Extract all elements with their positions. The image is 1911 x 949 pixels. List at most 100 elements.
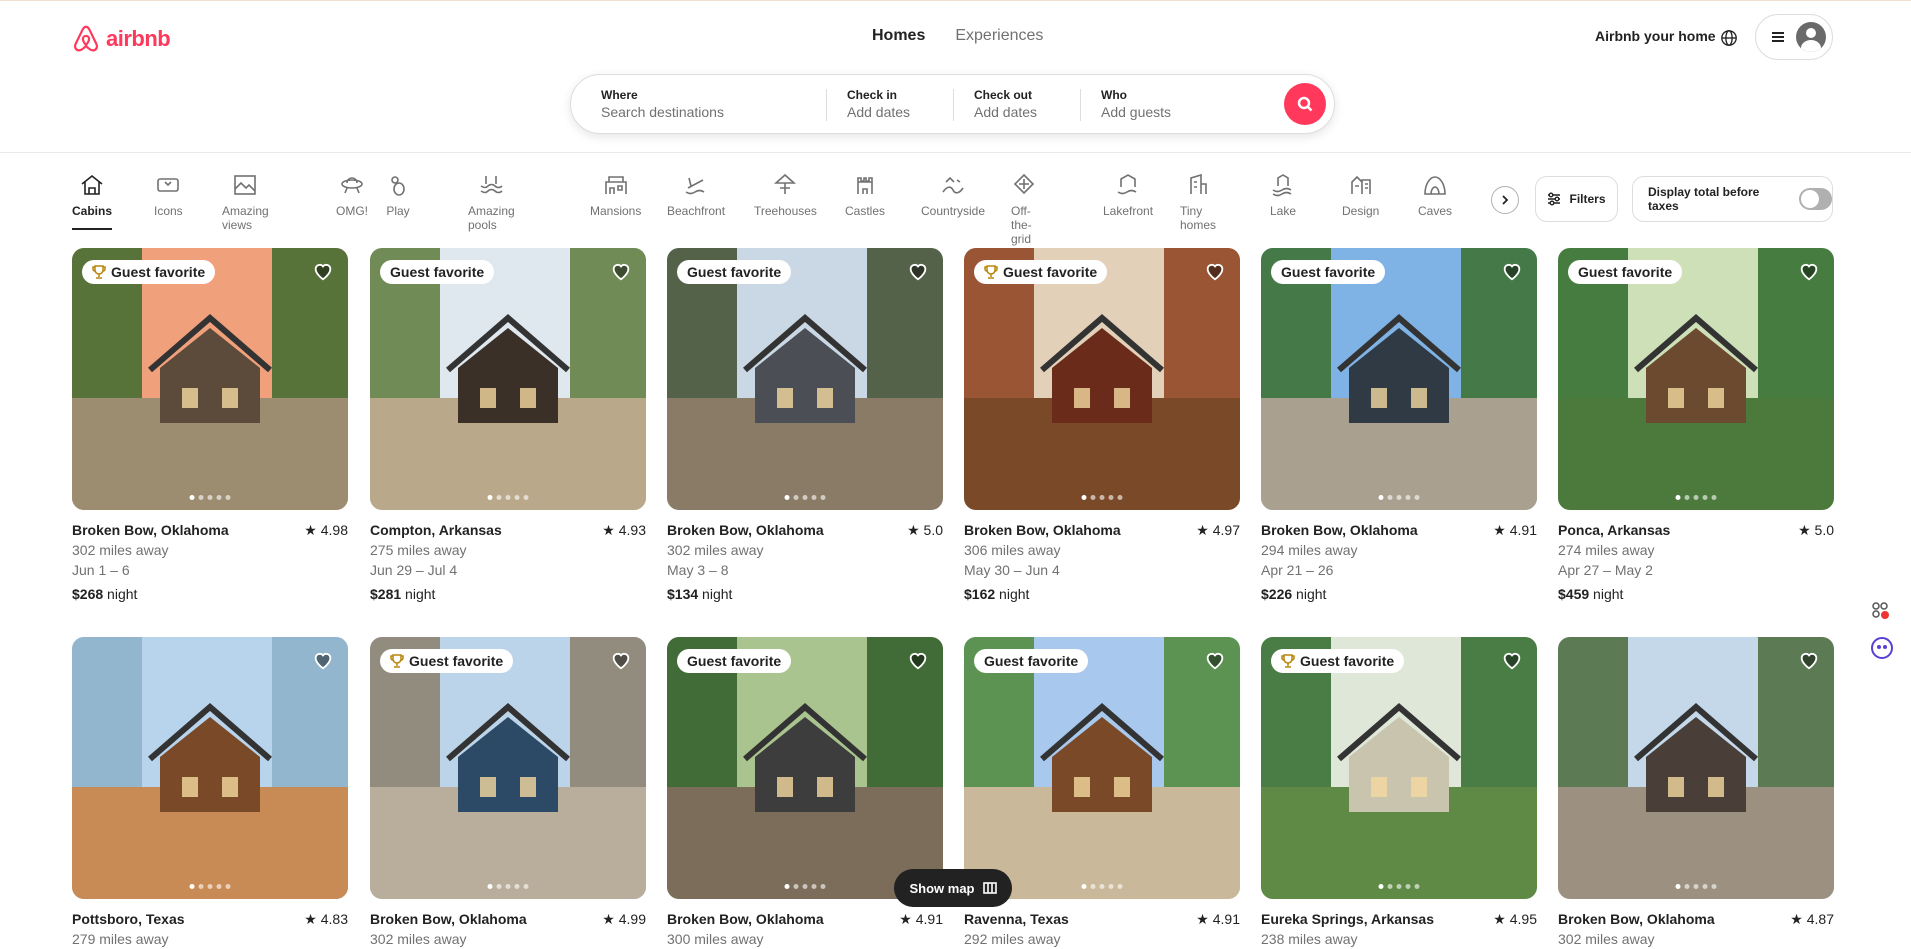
listing-photo-frame[interactable] xyxy=(1558,637,1834,899)
category-countryside[interactable]: Countryside xyxy=(921,172,985,218)
listing-location: Compton, Arkansas xyxy=(370,522,502,538)
tab-homes[interactable]: Homes xyxy=(872,27,925,45)
listing-location: Broken Bow, Oklahoma xyxy=(370,911,527,927)
guest-favorite-badge: Guest favorite xyxy=(1568,260,1683,284)
castle-icon xyxy=(857,177,873,194)
category-next-button[interactable] xyxy=(1491,186,1519,214)
listing-price: $162 night xyxy=(964,586,1030,602)
tax-toggle-switch[interactable] xyxy=(1799,188,1832,210)
category-lakefront[interactable]: Lakefront xyxy=(1103,172,1153,218)
user-menu-button[interactable] xyxy=(1755,14,1833,60)
listing-photo-frame[interactable]: Guest favorite xyxy=(1261,637,1537,899)
category-lake[interactable]: Lake xyxy=(1270,172,1296,218)
trophy-icon xyxy=(1281,654,1295,668)
checkin-field[interactable]: Check in Add dates xyxy=(826,75,953,133)
listing-price: $281 night xyxy=(370,586,436,602)
listing-info: Broken Bow, Oklahoma ★ 4.99 302 miles away xyxy=(370,909,646,949)
listing-dates: May 3 – 8 xyxy=(667,562,729,578)
guest-favorite-badge: Guest favorite xyxy=(677,649,792,673)
listing-card[interactable]: Guest favorite Broken Bow, Oklahoma ★ 4.99… xyxy=(370,637,646,949)
listing-photo-frame[interactable]: Guest favorite xyxy=(964,637,1240,899)
ticket-icon xyxy=(157,178,180,192)
listing-location: Eureka Springs, Arkansas xyxy=(1261,911,1435,927)
listing-card[interactable]: Guest favorite Broken Bow, Oklahoma ★ 4.91… xyxy=(1261,248,1537,604)
search-button[interactable] xyxy=(1284,83,1326,125)
listing-rating: ★ 4.99 xyxy=(602,911,646,927)
assistant-icon[interactable] xyxy=(1870,636,1894,660)
category-mansions[interactable]: Mansions xyxy=(590,172,641,218)
airbnb-your-home-link[interactable]: Airbnb your home xyxy=(1595,28,1716,44)
listing-card[interactable]: Guest favorite Eureka Springs, Arkansas ★ … xyxy=(1261,637,1537,949)
listing-photo xyxy=(1558,248,1834,510)
heart-icon[interactable] xyxy=(1798,649,1820,671)
heart-icon[interactable] xyxy=(1501,649,1523,671)
listing-info: Eureka Springs, Arkansas ★ 4.95 238 miles … xyxy=(1261,909,1537,949)
listing-card[interactable]: Guest favorite Broken Bow, Oklahoma ★ 5.0 3… xyxy=(667,248,943,604)
category-design[interactable]: Design xyxy=(1342,172,1379,218)
photo-dots xyxy=(1675,884,1717,889)
photo-dots xyxy=(1081,884,1123,889)
design-icon xyxy=(1350,175,1371,194)
listing-card[interactable]: Guest favorite Ponca, Arkansas ★ 5.0 274 mi… xyxy=(1558,248,1834,604)
category-caves[interactable]: Caves xyxy=(1418,172,1452,218)
trophy-icon xyxy=(92,265,106,279)
category-beachfront[interactable]: Beachfront xyxy=(667,172,725,218)
listing-photo-frame[interactable]: Guest favorite xyxy=(72,248,348,510)
listing-info: Broken Bow, Oklahoma ★ 5.0 302 miles away M… xyxy=(667,520,943,604)
checkout-field[interactable]: Check out Add dates xyxy=(953,75,1080,133)
category-off-the-grid[interactable]: Off-the-grid xyxy=(1011,172,1037,246)
listing-card[interactable]: Guest favorite Broken Bow, Oklahoma ★ 4.97… xyxy=(964,248,1240,604)
heart-icon[interactable] xyxy=(312,649,334,671)
beach-icon xyxy=(685,177,705,195)
listing-photo-frame[interactable]: Guest favorite xyxy=(1558,248,1834,510)
listing-info: Ravenna, Texas ★ 4.91 292 miles away xyxy=(964,909,1240,949)
photo-dots xyxy=(784,495,826,500)
tab-experiences[interactable]: Experiences xyxy=(955,27,1043,45)
filters-button[interactable]: Filters xyxy=(1535,176,1618,222)
category-amazing-views[interactable]: Amazing views xyxy=(222,172,269,232)
listing-photo-frame[interactable]: Guest favorite xyxy=(1261,248,1537,510)
countryside-icon xyxy=(942,176,964,194)
heart-icon[interactable] xyxy=(1204,649,1226,671)
category-play[interactable]: Play xyxy=(385,172,411,218)
listing-photo-frame[interactable] xyxy=(72,637,348,899)
category-treehouses[interactable]: Treehouses xyxy=(754,172,817,218)
listing-card[interactable]: Guest favorite Compton, Arkansas ★ 4.93 275… xyxy=(370,248,646,604)
listing-photo-frame[interactable]: Guest favorite xyxy=(964,248,1240,510)
category-cabins[interactable]: Cabins xyxy=(72,172,113,230)
listing-photo-frame[interactable]: Guest favorite xyxy=(667,637,943,899)
globe-icon[interactable] xyxy=(1720,29,1738,47)
heart-icon[interactable] xyxy=(610,260,632,282)
sliders-icon xyxy=(1548,192,1561,206)
heart-icon[interactable] xyxy=(1798,260,1820,282)
heart-icon[interactable] xyxy=(907,260,929,282)
heart-icon[interactable] xyxy=(1501,260,1523,282)
guest-favorite-badge: Guest favorite xyxy=(380,260,495,284)
listing-photo-frame[interactable]: Guest favorite xyxy=(370,248,646,510)
listing-info: Broken Bow, Oklahoma ★ 4.91 294 miles away… xyxy=(1261,520,1537,604)
category-icons[interactable]: Icons xyxy=(154,172,183,218)
category-amazing-pools[interactable]: Amazing pools xyxy=(468,172,515,232)
listing-photo-frame[interactable]: Guest favorite xyxy=(667,248,943,510)
show-map-button[interactable]: Show map xyxy=(894,869,1012,907)
heart-icon[interactable] xyxy=(312,260,334,282)
heart-icon[interactable] xyxy=(610,649,632,671)
listing-photo-frame[interactable]: Guest favorite xyxy=(370,637,646,899)
category-tiny-homes[interactable]: Tiny homes xyxy=(1180,172,1216,232)
category-omg[interactable]: OMG! xyxy=(336,172,368,218)
side-extension-icons xyxy=(1870,600,1894,665)
trophy-icon xyxy=(390,654,404,668)
where-field[interactable]: Where Search destinations xyxy=(571,75,826,133)
heart-icon[interactable] xyxy=(907,649,929,671)
who-field[interactable]: Who Add guests xyxy=(1080,75,1280,133)
extension-icon[interactable] xyxy=(1870,600,1892,622)
listing-rating: ★ 5.0 xyxy=(907,522,943,538)
display-total-toggle[interactable]: Display total before taxes xyxy=(1632,176,1833,222)
airbnb-logo[interactable]: airbnb xyxy=(72,24,171,54)
where-input[interactable]: Search destinations xyxy=(601,104,826,120)
category-castles[interactable]: Castles xyxy=(845,172,885,218)
listing-card[interactable]: Pottsboro, Texas ★ 4.83 279 miles away xyxy=(72,637,348,949)
heart-icon[interactable] xyxy=(1204,260,1226,282)
listing-card[interactable]: Guest favorite Broken Bow, Oklahoma ★ 4.98… xyxy=(72,248,348,604)
listing-card[interactable]: Broken Bow, Oklahoma ★ 4.87 302 miles away xyxy=(1558,637,1834,949)
